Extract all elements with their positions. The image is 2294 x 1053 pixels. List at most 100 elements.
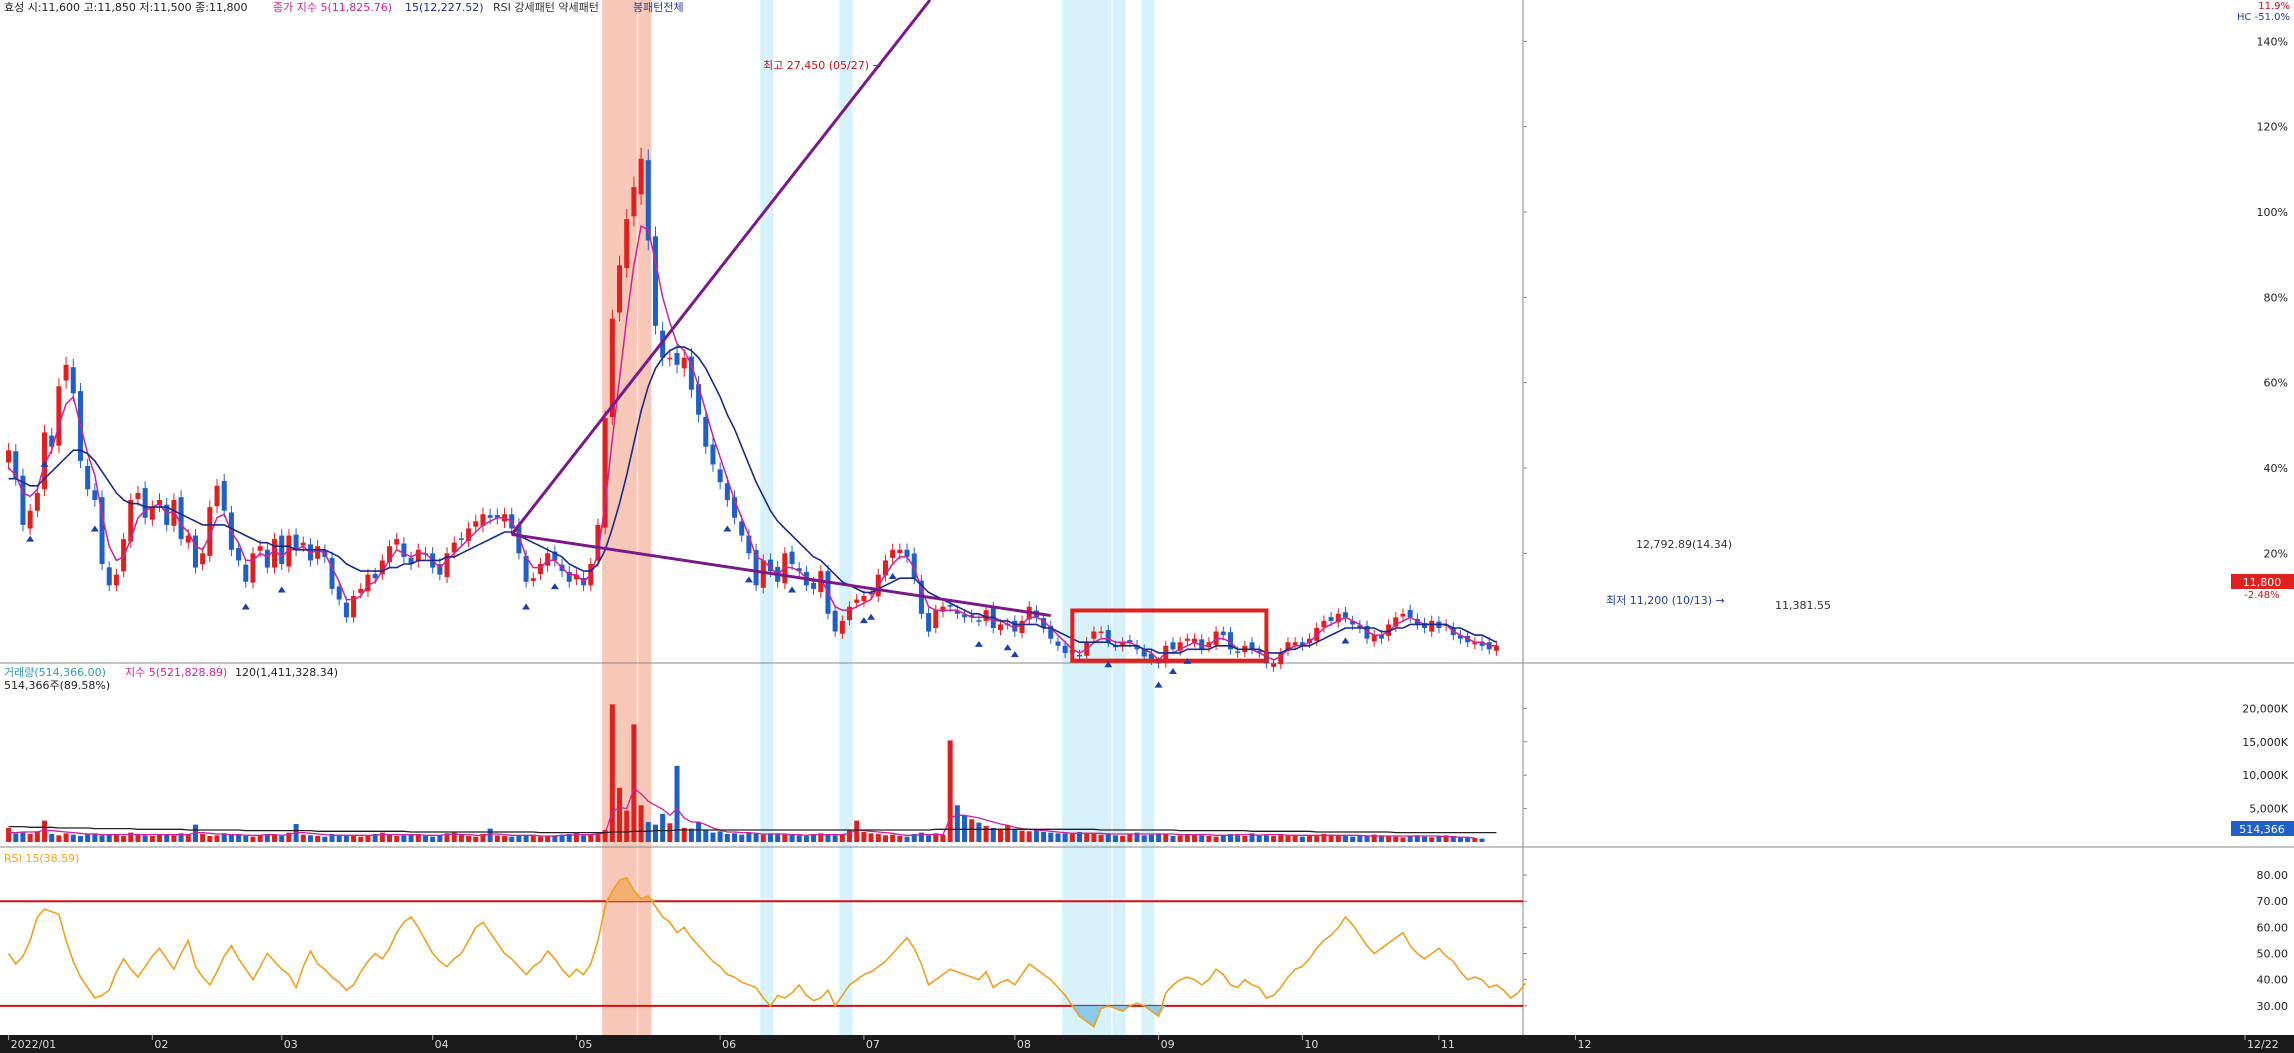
highlight-band: [760, 0, 774, 1035]
volume-bar: [487, 828, 493, 842]
candle-body: [897, 549, 903, 554]
volume-bar: [77, 835, 83, 842]
volume-bar: [617, 787, 623, 842]
candle-body: [904, 549, 910, 557]
volume-bar: [667, 823, 673, 842]
price-axis-label: 140%: [2257, 35, 2288, 48]
volume-header-sub: 514,366주(89.58%): [4, 679, 110, 692]
candle-body: [1292, 642, 1298, 646]
candle-body: [135, 492, 141, 500]
volume-bar: [1436, 835, 1442, 842]
stock-chart[interactable]: 140% 120% 100% 80% 60% 40% 20% 20,000K 15,000K 10…: [0, 0, 2294, 1053]
volume-bar: [875, 833, 881, 842]
volume-bar: [307, 835, 313, 842]
x-axis-label: 04: [435, 1038, 449, 1051]
candle-body: [34, 492, 40, 511]
volume-axis-label: 15,000K: [2242, 736, 2288, 749]
volume-bar: [502, 835, 508, 842]
rsi-axis-label: 60.00: [2257, 921, 2289, 934]
candle-body: [854, 599, 860, 603]
volume-bar: [1019, 830, 1025, 842]
x-axis-label: 03: [284, 1038, 298, 1051]
volume-bar: [343, 835, 349, 842]
volume-bar: [1393, 836, 1399, 842]
candle-body: [1091, 631, 1097, 639]
candle-body: [667, 357, 673, 360]
volume-bar: [516, 835, 522, 842]
candle-body: [473, 521, 479, 527]
candle-body: [214, 485, 220, 507]
volume-bar: [243, 835, 249, 842]
volume-bar: [868, 833, 874, 842]
volume-bar: [20, 832, 26, 842]
price-header-ma15: 15(12,227.52): [405, 1, 484, 14]
volume-bar: [401, 835, 407, 842]
volume-bar: [257, 835, 263, 842]
volume-bar: [121, 835, 127, 842]
candle-body: [933, 610, 939, 628]
candle-body: [1077, 654, 1083, 657]
candle-body: [1170, 642, 1176, 650]
volume-bar: [315, 835, 321, 842]
volume-bar: [983, 825, 989, 842]
volume-bar: [1357, 835, 1363, 842]
volume-bar: [789, 834, 795, 842]
candle-body: [1098, 631, 1104, 634]
x-axis-label: 09: [1161, 1038, 1175, 1051]
volume-bar: [1084, 832, 1090, 842]
candle-body: [617, 265, 623, 313]
volume-bar: [1335, 835, 1341, 842]
volume-bar: [1342, 835, 1348, 842]
x-axis-label: 12: [1577, 1038, 1591, 1051]
highlight-band: [1141, 0, 1155, 1035]
volume-bar: [1206, 835, 1212, 842]
candle-body: [27, 510, 33, 529]
x-axis-bar: [0, 1035, 2294, 1053]
volume-header-ma120: 120(1,411,328.34): [235, 666, 338, 679]
candle-body: [710, 444, 716, 465]
volume-axis-label: 20,000K: [2242, 702, 2288, 715]
annotation-high: 최고 27,450 (05/27) →: [763, 59, 882, 72]
volume-bar: [1263, 835, 1269, 842]
volume-bar: [990, 827, 996, 842]
candle-body: [394, 539, 400, 545]
candle-body: [236, 548, 242, 561]
candle-body: [703, 416, 709, 447]
candle-body: [149, 507, 155, 520]
volume-bar: [1041, 831, 1047, 842]
volume-bar: [149, 835, 155, 842]
volume-axis-label: 10,000K: [2242, 769, 2288, 782]
volume-bar: [408, 834, 414, 842]
volume-bar: [1192, 834, 1198, 842]
candle-body: [926, 613, 932, 632]
x-axis-label: 08: [1017, 1038, 1031, 1051]
volume-bar: [1012, 829, 1018, 842]
candle-body: [545, 553, 551, 566]
volume-bar: [1242, 835, 1248, 842]
candle-body: [221, 480, 227, 511]
volume-bar: [638, 805, 644, 842]
volume-bar: [1148, 834, 1154, 842]
candle-body: [92, 490, 98, 500]
candle-body: [811, 582, 817, 589]
volume-bar: [27, 833, 33, 842]
volume-bar: [732, 833, 738, 842]
price-header-summary: 효성 시:11,600 고:11,850 저:11,500 종:11,800: [4, 1, 248, 14]
candle-body: [1062, 645, 1068, 653]
candle-body: [56, 386, 62, 446]
highlight-band: [839, 0, 853, 1035]
volume-bar: [1407, 835, 1413, 842]
candle-body: [1012, 620, 1018, 632]
volume-bar: [157, 834, 163, 842]
candle-body: [1271, 663, 1277, 667]
volume-bar: [214, 835, 220, 842]
candle-body: [113, 574, 119, 586]
volume-bar: [1177, 835, 1183, 842]
volume-bar: [1048, 832, 1054, 842]
candle-body: [861, 596, 867, 602]
volume-bar: [962, 815, 968, 842]
volume-bar: [1422, 836, 1428, 842]
volume-bar: [207, 835, 213, 842]
volume-bar: [185, 834, 191, 842]
volume-bar: [760, 834, 766, 842]
